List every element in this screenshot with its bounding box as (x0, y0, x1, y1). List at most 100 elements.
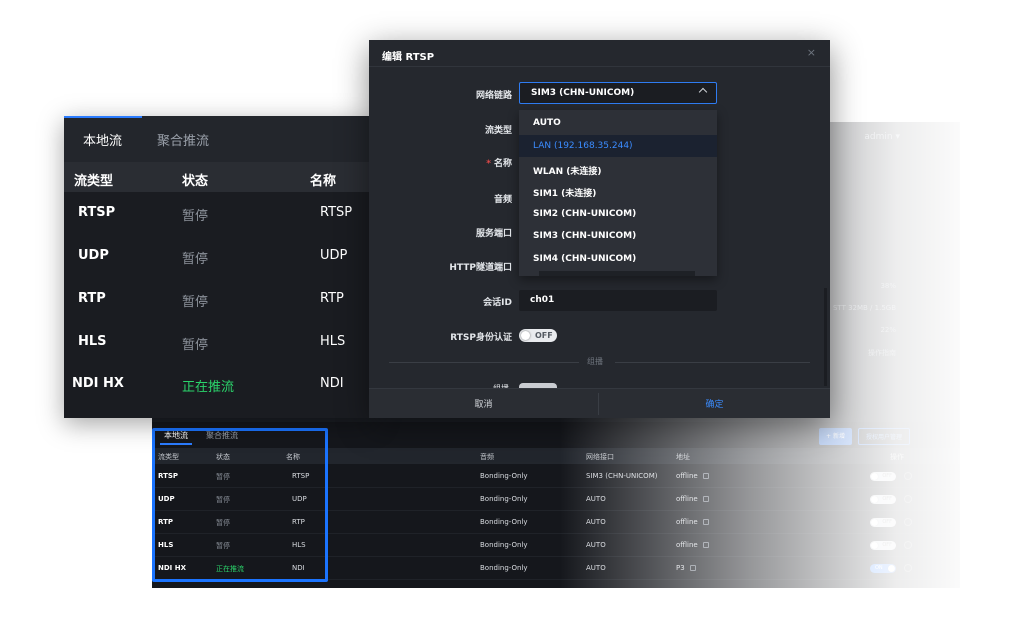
required-mark: * (486, 159, 491, 169)
stream-address: offline (676, 541, 709, 549)
stream-name: HLS (320, 334, 346, 349)
dropdown-option[interactable]: SIM4 (CHN-UNICOM) (519, 248, 717, 270)
cancel-button[interactable]: 取消 (369, 397, 598, 410)
add-button[interactable]: + 新增 (819, 428, 852, 445)
zoomed-stream-panel: 本地流 聚合推流 流类型 状态 名称 RTSP 暂停 RTSP UDP 暂停 U… (64, 116, 374, 418)
session-id-label: 会话ID (483, 298, 512, 308)
dropdown-option-hovered[interactable]: LAN (192.168.35.244) (519, 135, 717, 157)
delete-icon[interactable] (904, 472, 912, 480)
delete-icon[interactable] (904, 564, 912, 572)
copy-icon[interactable] (702, 542, 709, 548)
copy-icon[interactable] (702, 519, 709, 525)
auth-users-button[interactable]: 授权用户管理 (857, 428, 910, 445)
column-header: 操作 (890, 453, 904, 461)
column-header: 网络接口 (586, 453, 614, 461)
stream-state: 正在推流 (182, 380, 235, 395)
stream-type: RTP (78, 291, 106, 306)
tab-aggregate-push[interactable]: 聚合推流 (157, 130, 209, 149)
title-divider (369, 66, 830, 67)
dialog-scrollbar[interactable] (824, 288, 827, 386)
audio-label: 音频 (493, 195, 512, 205)
stream-toggle[interactable]: ON (870, 564, 896, 573)
stat-value: STT 32MB / 1.5GB (832, 304, 896, 312)
highlight-box (152, 428, 328, 582)
address-text: offline (676, 518, 698, 526)
section-divider-line (615, 362, 810, 363)
dropdown-option[interactable]: SIM2 (CHN-UNICOM) (519, 203, 717, 225)
chevron-up-icon (698, 87, 708, 97)
toggle-label: OFF (882, 496, 892, 502)
toggle-knob (888, 565, 895, 572)
section-divider-line (389, 362, 579, 363)
user-menu[interactable]: admin ▾ (864, 132, 900, 142)
toggle-knob (871, 542, 878, 549)
address-text: P3 (676, 564, 685, 572)
stream-type: UDP (78, 248, 109, 263)
dropdown-option[interactable]: AUTO (519, 112, 717, 134)
delete-icon[interactable] (904, 541, 912, 549)
stream-state: 暂停 (182, 338, 209, 353)
stream-name: RTSP (320, 205, 353, 220)
copy-icon[interactable] (702, 473, 709, 479)
network-interface: AUTO (586, 495, 606, 503)
dropdown-scrollbar[interactable] (539, 271, 695, 276)
network-interface: AUTO (586, 541, 606, 549)
selected-value: SIM3 (CHN-UNICOM) (531, 88, 635, 98)
column-header: 音频 (480, 453, 494, 461)
stream-address: offline (676, 518, 709, 526)
stream-toggle[interactable]: OFF (870, 518, 896, 527)
network-interface: AUTO (586, 518, 606, 526)
stream-toggle[interactable]: OFF (870, 472, 896, 481)
dropdown-option[interactable]: SIM1 (未连接) (519, 180, 717, 202)
stream-toggle[interactable]: OFF (870, 541, 896, 550)
audio-mode: Bonding-Only (480, 495, 528, 503)
stream-name: UDP (320, 248, 348, 263)
audio-mode: Bonding-Only (480, 564, 528, 572)
stream-address: offline (676, 472, 709, 480)
network-link-dropdown: AUTO LAN (192.168.35.244) WLAN (未连接) SIM… (519, 110, 717, 276)
stat-value: 操作指南 (868, 349, 896, 357)
stream-address: offline (676, 495, 709, 503)
stat-value: 22% (880, 326, 896, 334)
dropdown-option[interactable]: SIM3 (CHN-UNICOM) (519, 225, 717, 247)
delete-icon[interactable] (904, 495, 912, 503)
toggle-label: OFF (882, 542, 892, 548)
copy-icon[interactable] (702, 496, 709, 502)
rtsp-auth-label: RTSP身份认证 (450, 333, 512, 343)
address-text: offline (676, 495, 698, 503)
stream-type-label: 流类型 (484, 126, 512, 136)
audio-mode: Bonding-Only (480, 472, 528, 480)
network-interface: SIM3 (CHN-UNICOM) (586, 472, 658, 480)
screenshot-stage: admin ▾ 38% STT 32MB / 1.5GB 22% 操作指南 本地… (0, 0, 1024, 643)
dropdown-option[interactable]: WLAN (未连接) (519, 158, 717, 180)
close-icon[interactable]: × (807, 46, 816, 59)
copy-icon[interactable] (689, 565, 696, 571)
stream-state: 暂停 (182, 295, 209, 310)
toggle-knob (871, 473, 878, 480)
address-text: offline (676, 541, 698, 549)
stream-type: HLS (78, 334, 107, 349)
stream-name: NDI (320, 376, 344, 391)
stream-state: 暂停 (182, 209, 209, 224)
section-divider-label: 组播 (587, 357, 603, 366)
tab-local-stream[interactable]: 本地流 (83, 130, 122, 149)
toggle-label: ON (875, 565, 883, 571)
audio-mode: Bonding-Only (480, 541, 528, 549)
active-tab-indicator (64, 116, 142, 118)
stream-toggle[interactable]: OFF (870, 495, 896, 504)
stream-type: NDI HX (72, 376, 124, 391)
toggle-label: OFF (535, 331, 553, 340)
edit-rtsp-dialog: 编辑 RTSP × 网络链路 流类型 * 名称 音频 服务端口 HTTP隧道端口 … (369, 40, 830, 418)
bg-toolbar: + 新增 授权用户管理 (819, 428, 910, 445)
dialog-title: 编辑 RTSP (382, 52, 435, 63)
confirm-button[interactable]: 确定 (599, 397, 830, 410)
network-link-label: 网络链路 (475, 91, 512, 101)
stream-type: RTSP (78, 205, 116, 220)
toggle-knob (521, 331, 530, 340)
delete-icon[interactable] (904, 518, 912, 526)
rtsp-auth-toggle[interactable]: OFF (519, 329, 557, 342)
column-header: 地址 (676, 453, 690, 461)
session-id-input[interactable]: ch01 (519, 290, 717, 311)
toggle-knob (871, 519, 878, 526)
network-link-select[interactable]: SIM3 (CHN-UNICOM) (519, 82, 717, 104)
